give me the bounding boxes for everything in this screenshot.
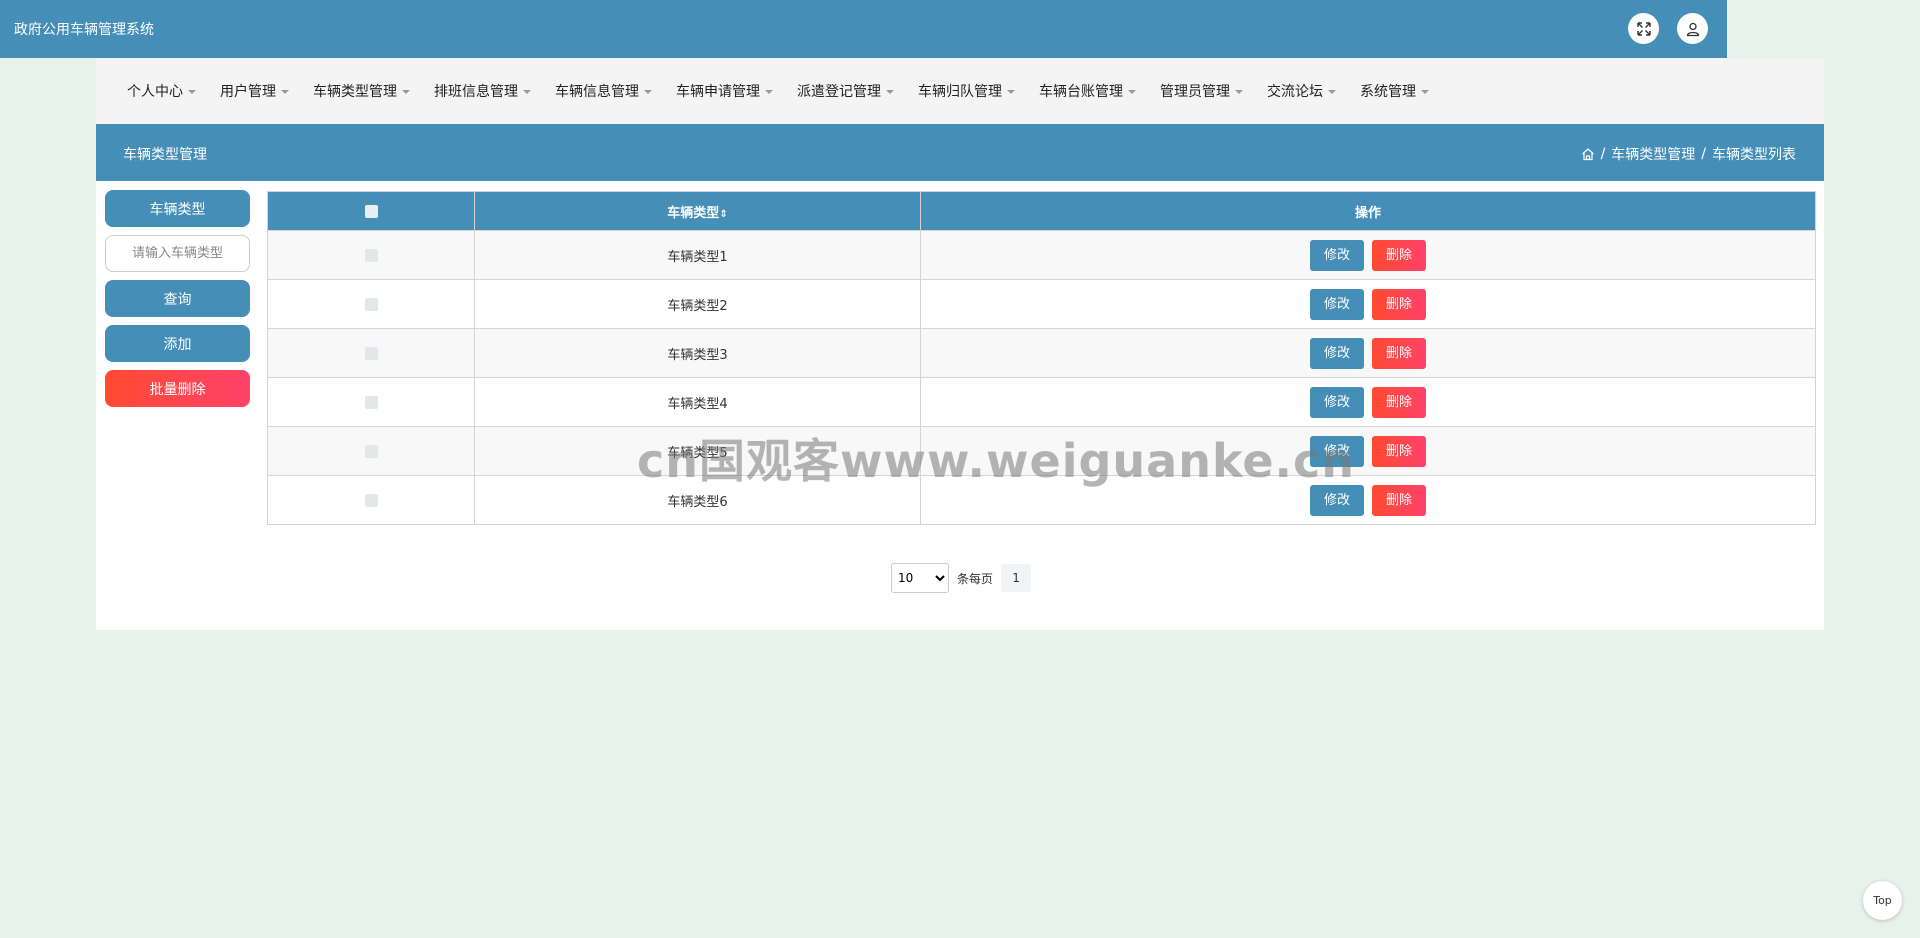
- fullscreen-button[interactable]: [1628, 13, 1659, 44]
- edit-button[interactable]: 修改: [1310, 386, 1364, 418]
- row-select-cell: [267, 426, 475, 476]
- pagination: 10 条每页 1: [891, 563, 1032, 593]
- nav-item-user-management[interactable]: 用户管理: [220, 81, 289, 101]
- delete-button[interactable]: 删除: [1372, 239, 1426, 271]
- row-select-cell: [267, 279, 475, 329]
- page-title: 车辆类型管理: [123, 147, 207, 163]
- row-checkbox[interactable]: [364, 493, 378, 507]
- row-select-cell: [267, 328, 475, 378]
- add-button[interactable]: 添加: [105, 325, 250, 362]
- row-checkbox[interactable]: [364, 248, 378, 262]
- caret-down-icon: [402, 90, 410, 94]
- edit-button[interactable]: 修改: [1310, 337, 1364, 369]
- row-checkbox[interactable]: [364, 444, 378, 458]
- user-icon: [1686, 22, 1699, 36]
- per-page-label: 条每页: [957, 571, 994, 586]
- table-row: 车辆类型1 修改 删除: [267, 230, 1816, 280]
- nav-item-system-management[interactable]: 系统管理: [1360, 81, 1429, 101]
- breadcrumb-level1[interactable]: 车辆类型管理: [1611, 144, 1695, 164]
- row-select-cell: [267, 377, 475, 427]
- nav-item-vehicle-return-management[interactable]: 车辆归队管理: [918, 81, 1015, 101]
- caret-down-icon: [765, 90, 773, 94]
- vehicle-type-cell: 车辆类型3: [474, 328, 921, 378]
- user-menu-button[interactable]: [1677, 13, 1708, 44]
- main-content: 车辆类型 查询 添加 批量删除 车辆类型⇕ 操作 车辆类型1修改删除车辆类型2修…: [96, 181, 1824, 630]
- page-number-1[interactable]: 1: [1001, 564, 1032, 592]
- edit-button[interactable]: 修改: [1310, 288, 1364, 320]
- nav-item-schedule-management[interactable]: 排班信息管理: [434, 81, 531, 101]
- vehicle-type-cell: 车辆类型2: [474, 279, 921, 329]
- table-row: 车辆类型3 修改 删除: [267, 328, 1816, 378]
- select-all-header: [267, 191, 475, 231]
- breadcrumb-level2: 车辆类型列表: [1712, 147, 1796, 163]
- nav-item-vehicle-type-management[interactable]: 车辆类型管理: [313, 81, 410, 101]
- nav-item-vehicle-info-management[interactable]: 车辆信息管理: [555, 81, 652, 101]
- caret-down-icon: [1421, 90, 1429, 94]
- edit-button[interactable]: 修改: [1310, 239, 1364, 271]
- nav-item-admin-management[interactable]: 管理员管理: [1160, 81, 1243, 101]
- row-checkbox[interactable]: [364, 395, 378, 409]
- action-cell: 修改 删除: [920, 328, 1816, 378]
- breadcrumb: / 车辆类型管理 / 车辆类型列表: [1581, 144, 1796, 164]
- nav-item-personal-center[interactable]: 个人中心: [127, 81, 196, 101]
- caret-down-icon: [1128, 90, 1136, 94]
- top-header: 政府公用车辆管理系统: [0, 0, 1727, 58]
- nav-item-vehicle-ledger-management[interactable]: 车辆台账管理: [1039, 81, 1136, 101]
- caret-down-icon: [523, 90, 531, 94]
- action-cell: 修改 删除: [920, 230, 1816, 280]
- caret-down-icon: [1328, 90, 1336, 94]
- vehicle-type-cell: 车辆类型1: [474, 230, 921, 280]
- home-icon[interactable]: [1581, 147, 1595, 161]
- delete-button[interactable]: 删除: [1372, 288, 1426, 320]
- delete-button[interactable]: 删除: [1372, 337, 1426, 369]
- back-to-top-button[interactable]: Top: [1863, 881, 1902, 920]
- select-all-checkbox[interactable]: [364, 204, 378, 218]
- table-row: 车辆类型2 修改 删除: [267, 279, 1816, 329]
- table-header-row: 车辆类型⇕ 操作: [267, 191, 1816, 231]
- watermark: cn国观客www.weiguanke.cn: [637, 434, 1356, 488]
- vehicle-type-search-input[interactable]: [105, 235, 250, 272]
- table-row: 车辆类型4 修改 删除: [267, 377, 1816, 427]
- main-nav: 个人中心 用户管理 车辆类型管理 排班信息管理 车辆信息管理 车辆申请管理 派遣…: [96, 58, 1824, 124]
- nav-item-vehicle-request-management[interactable]: 车辆申请管理: [676, 81, 773, 101]
- nav-item-dispatch-management[interactable]: 派遣登记管理: [797, 81, 894, 101]
- caret-down-icon: [281, 90, 289, 94]
- row-select-cell: [267, 230, 475, 280]
- delete-button[interactable]: 删除: [1372, 386, 1426, 418]
- app-title: 政府公用车辆管理系统: [14, 22, 154, 38]
- query-button[interactable]: 查询: [105, 280, 250, 317]
- column-header-vehicle-type[interactable]: 车辆类型⇕: [474, 191, 921, 231]
- delete-button[interactable]: 删除: [1372, 484, 1426, 516]
- nav-item-forum[interactable]: 交流论坛: [1267, 81, 1336, 101]
- vehicle-type-cell: 车辆类型4: [474, 377, 921, 427]
- action-cell: 修改 删除: [920, 377, 1816, 427]
- caret-down-icon: [644, 90, 652, 94]
- vehicle-type-label: 车辆类型: [105, 190, 250, 227]
- column-header-action: 操作: [920, 191, 1816, 231]
- expand-icon: [1636, 21, 1651, 36]
- batch-delete-button[interactable]: 批量删除: [105, 370, 250, 407]
- page-header: 车辆类型管理 / 车辆类型管理 / 车辆类型列表: [96, 124, 1824, 181]
- row-checkbox[interactable]: [364, 297, 378, 311]
- page-size-select[interactable]: 10: [891, 563, 949, 593]
- row-checkbox[interactable]: [364, 346, 378, 360]
- caret-down-icon: [1007, 90, 1015, 94]
- caret-down-icon: [188, 90, 196, 94]
- breadcrumb-separator: /: [1600, 146, 1606, 162]
- delete-button[interactable]: 删除: [1372, 435, 1426, 467]
- action-cell: 修改 删除: [920, 279, 1816, 329]
- row-select-cell: [267, 475, 475, 525]
- caret-down-icon: [886, 90, 894, 94]
- breadcrumb-separator: /: [1701, 146, 1706, 162]
- caret-down-icon: [1235, 90, 1243, 94]
- sort-icon[interactable]: ⇕: [719, 209, 727, 220]
